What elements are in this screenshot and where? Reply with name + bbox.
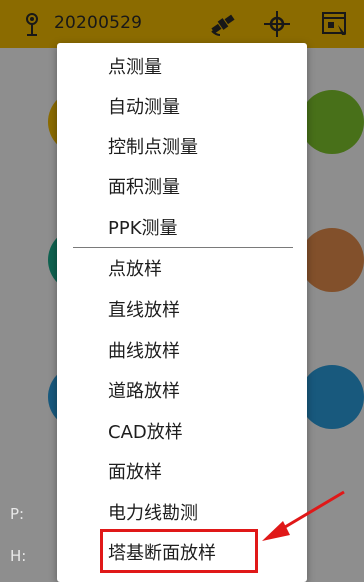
h-label: H: (10, 547, 27, 565)
menu-item-surface-stakeout[interactable]: 面放样 (57, 453, 307, 493)
menu-item-curve-stakeout[interactable]: 曲线放样 (57, 332, 307, 372)
p-label: P: (10, 505, 25, 523)
dropdown-menu: 点测量 自动测量 控制点测量 面积测量 PPK测量 点放样 直线放样 曲线放样 … (57, 43, 307, 582)
menu-item-line-stakeout[interactable]: 直线放样 (57, 291, 307, 331)
menu-item-point-survey[interactable]: 点测量 (57, 48, 307, 88)
menu-divider (73, 247, 293, 248)
menu-item-ppk-survey[interactable]: PPK测量 (57, 209, 307, 249)
menu-item-area-survey[interactable]: 面积测量 (57, 168, 307, 208)
menu-item-power-line-survey[interactable]: 电力线勘测 (57, 494, 307, 534)
menu-item-point-stakeout[interactable]: 点放样 (57, 250, 307, 290)
menu-item-cad-stakeout[interactable]: CAD放样 (57, 413, 307, 453)
menu-item-auto-survey[interactable]: 自动测量 (57, 88, 307, 128)
menu-item-control-point-survey[interactable]: 控制点测量 (57, 128, 307, 168)
app-screen: 20200529 P: H: 点测量 自动测量 控制点测量 面积测量 PPK测量… (0, 0, 364, 582)
highlight-box (100, 529, 258, 573)
menu-item-road-stakeout[interactable]: 道路放样 (57, 372, 307, 412)
